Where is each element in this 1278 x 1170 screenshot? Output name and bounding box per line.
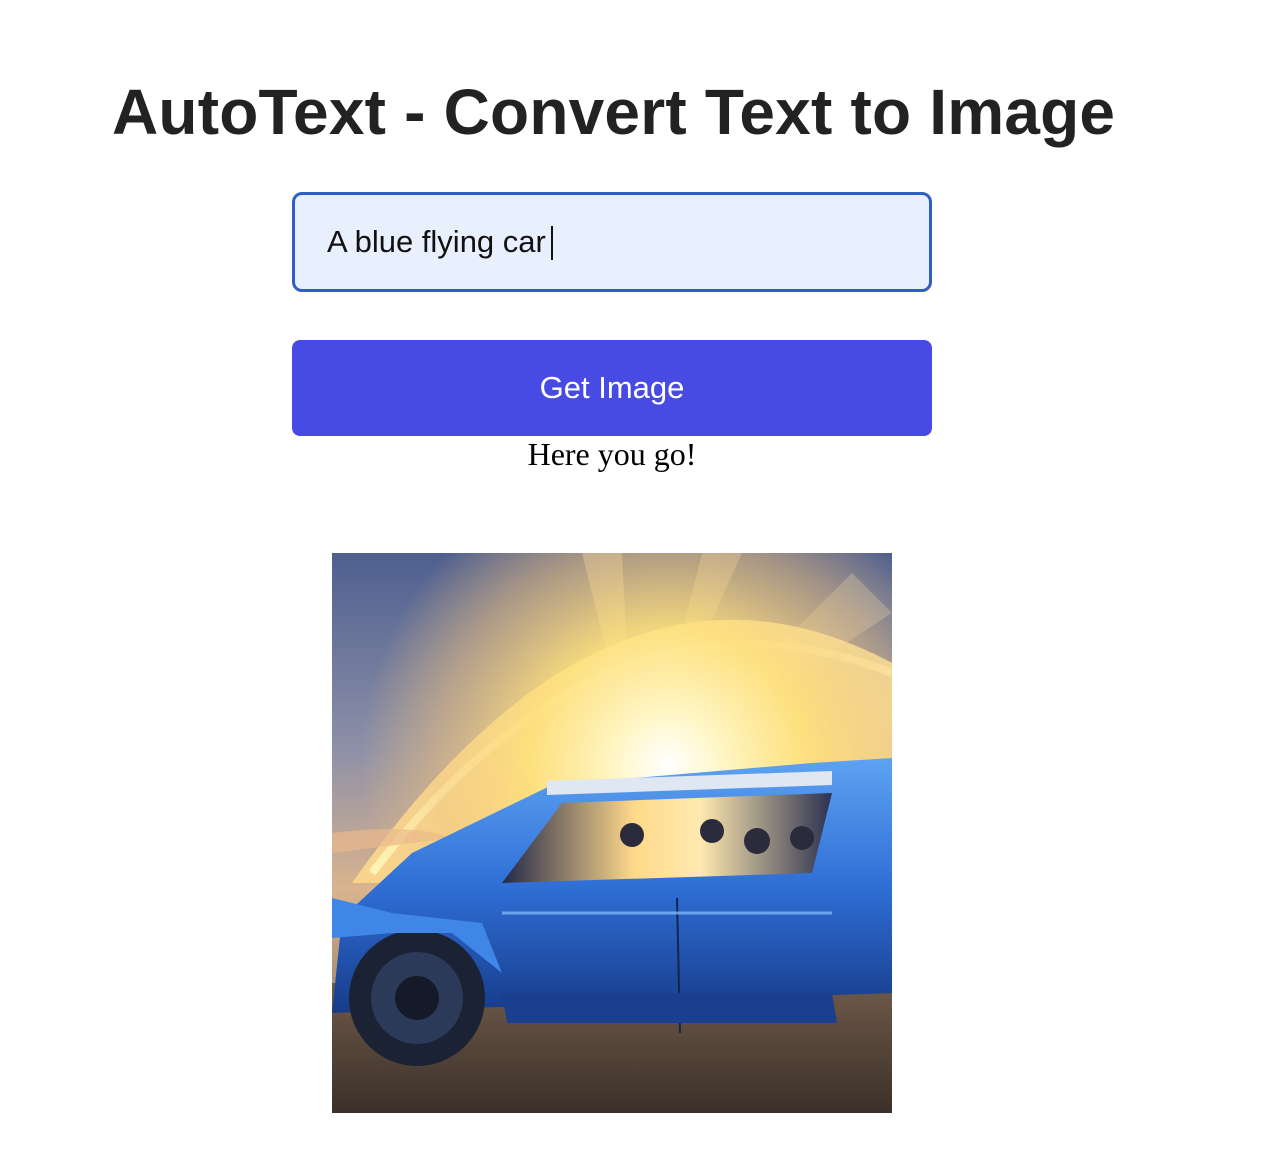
page-title: AutoText - Convert Text to Image [112, 76, 1116, 148]
get-image-button[interactable]: Get Image [292, 340, 932, 436]
prompt-input[interactable] [292, 192, 932, 292]
status-message: Here you go! [527, 436, 697, 472]
page: AutoText - Convert Text to Image Get Ima… [0, 0, 1278, 1170]
text-caret [551, 226, 553, 260]
generated-image [332, 553, 892, 1113]
